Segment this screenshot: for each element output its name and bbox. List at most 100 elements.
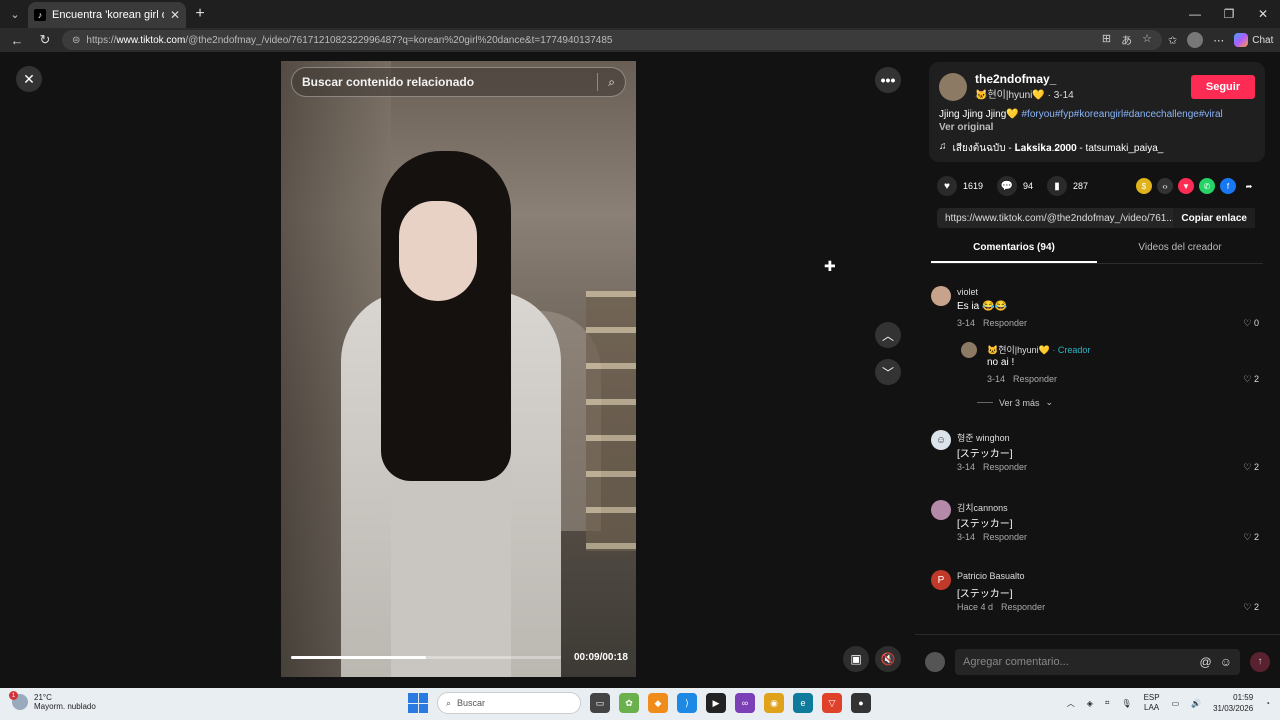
commenter-avatar[interactable]: P (931, 570, 951, 590)
floating-player-icon[interactable]: ▣ (843, 646, 869, 672)
comment-input[interactable]: Agregar comentario... @ ☺ (955, 648, 1240, 675)
brave-icon[interactable]: ▽ (822, 693, 842, 713)
video-progress-bar[interactable] (291, 656, 561, 659)
photos-app-icon[interactable]: ✿ (619, 693, 639, 713)
back-icon[interactable]: ← (6, 29, 28, 51)
orange-app-icon[interactable]: ◆ (648, 693, 668, 713)
weather-widget[interactable]: 1 21°C Mayorm. nublado (9, 691, 96, 711)
display-icon[interactable]: ▭ (1172, 699, 1180, 708)
vscode-icon[interactable]: ⟩ (677, 693, 697, 713)
comment-like-count: 0 (1253, 318, 1259, 328)
minimize-icon[interactable]: — (1178, 0, 1212, 28)
app-with-badge-icon[interactable]: ● (851, 693, 871, 713)
search-divider (597, 73, 599, 91)
start-icon[interactable] (408, 693, 428, 713)
volume-icon[interactable]: 🔊 (1191, 699, 1201, 708)
notifications-icon[interactable]: ◔ (1265, 699, 1270, 708)
music-info[interactable]: ♫ เสียงต้นฉบับ - 𝐋𝐚𝐤𝐬𝐢𝐤𝐚.𝟐𝟎𝟎𝟎 - tatsumaki… (939, 141, 1255, 156)
creator-reply-avatar[interactable] (961, 342, 977, 358)
translate-icon[interactable]: あ (1121, 32, 1132, 48)
details-panel: the2ndofmay_ 🐱현이|hyuni💛 · 3-14 Seguir Jj… (915, 52, 1280, 688)
favorites-icon[interactable]: ✩ (1168, 34, 1177, 47)
terminal-icon[interactable]: ▶ (706, 693, 726, 713)
commenter-avatar[interactable]: ☺ (931, 430, 951, 450)
favorite-star-icon[interactable]: ☆ (1142, 32, 1152, 48)
site-info-icon[interactable]: ⊜ (72, 35, 80, 46)
emoji-icon[interactable]: ☺ (1220, 655, 1232, 669)
comment-action[interactable]: 💬 94 (997, 176, 1033, 196)
see-original-link[interactable]: Ver original (939, 122, 1255, 133)
post-link[interactable]: https://www.tiktok.com/@the2ndofmay_/vid… (937, 213, 1173, 224)
tab-close-icon[interactable]: ✕ (170, 8, 180, 22)
reply-button[interactable]: Responder (983, 318, 1027, 328)
close-icon[interactable]: ✕ (16, 66, 42, 92)
related-search-input[interactable]: Buscar contenido relacionado ⌕ (291, 67, 626, 97)
tab-actions-menu-icon[interactable]: ⌄ (2, 3, 28, 25)
commenter-name[interactable]: violet (957, 287, 978, 297)
tab-creator-videos[interactable]: Videos del creador (1097, 238, 1263, 263)
taskbar-search[interactable]: ⌕ Buscar (437, 692, 581, 714)
share-arrow-icon[interactable]: ➦ (1241, 178, 1257, 194)
video-player[interactable] (281, 61, 636, 677)
embed-icon[interactable]: ‹› (1157, 178, 1173, 194)
reply-button[interactable]: Responder (1001, 602, 1045, 612)
tab-comments[interactable]: Comentarios (94) (931, 238, 1097, 263)
creator-username[interactable]: the2ndofmay_ (975, 72, 1074, 86)
copy-link-button[interactable]: Copiar enlace (1173, 208, 1255, 228)
previous-video-chevron-up-icon[interactable]: ︿ (875, 322, 901, 348)
browser-tab[interactable]: ♪ Encuentra 'korean girl dance' en T ✕ (28, 2, 186, 28)
next-video-chevron-down-icon[interactable]: ﹀ (875, 359, 901, 385)
reply-button[interactable]: Responder (1013, 374, 1057, 384)
comment-like[interactable]: ♡ 2 (1243, 374, 1259, 385)
whatsapp-icon[interactable]: ✆ (1199, 178, 1215, 194)
search-icon[interactable]: ⌕ (608, 75, 615, 90)
comment-like[interactable]: ♡ 2 (1243, 532, 1259, 543)
more-options-icon[interactable]: ••• (875, 67, 901, 93)
profile-avatar[interactable] (1187, 32, 1204, 48)
comment-like[interactable]: ♡ 2 (1243, 602, 1259, 613)
microphone-icon[interactable]: 🎙 (1121, 699, 1131, 708)
save-action[interactable]: ▮ 287 (1047, 176, 1088, 196)
repost-icon[interactable]: ▼ (1178, 178, 1194, 194)
commenter-name[interactable]: 김치cannons (957, 501, 1008, 514)
hashtags[interactable]: #foryou#fyp#koreangirl#dancechallenge#vi… (1022, 109, 1223, 120)
restore-icon[interactable]: ❐ (1212, 0, 1246, 28)
edge-icon[interactable]: e (793, 693, 813, 713)
address-bar[interactable]: ⊜ https://www.tiktok.com/@the2ndofmay_/v… (62, 30, 1162, 50)
close-window-icon[interactable]: ✕ (1246, 0, 1280, 28)
app-available-icon[interactable]: ⊞ (1102, 32, 1111, 48)
heart-outline-icon: ♡ (1243, 602, 1252, 612)
mention-icon[interactable]: @ (1200, 655, 1212, 669)
send-icon[interactable]: ↑ (1250, 651, 1270, 672)
reply-button[interactable]: Responder (983, 532, 1027, 542)
commenter-name[interactable]: 🐱현이|hyuni💛 · Creador (987, 343, 1090, 356)
cloud-icon: 1 (9, 691, 28, 710)
new-tab-button[interactable]: + (186, 5, 214, 23)
app-tray-icon[interactable]: ◈ (1087, 699, 1093, 708)
copilot-chat-button[interactable]: Chat (1234, 33, 1273, 47)
creator-avatar[interactable] (939, 72, 967, 101)
like-action[interactable]: ♥ 1619 (937, 176, 983, 196)
clock[interactable]: 01:59 31/03/2026 (1213, 692, 1253, 714)
view-more-replies[interactable]: Ver 3 más ⌄ (977, 397, 1053, 408)
mute-icon[interactable]: 🔇 (875, 646, 901, 672)
settings-more-icon[interactable]: ⋯ (1213, 34, 1224, 47)
chevron-up-icon[interactable]: ︿ (1067, 698, 1075, 709)
comment-like[interactable]: ♡ 0 (1243, 318, 1259, 329)
visual-studio-icon[interactable]: ∞ (735, 693, 755, 713)
language-indicator[interactable]: ESP LAA (1144, 693, 1160, 713)
facebook-icon[interactable]: f (1220, 178, 1236, 194)
chrome-icon[interactable]: ◉ (764, 693, 784, 713)
reply-button[interactable]: Responder (983, 462, 1027, 472)
commenter-avatar[interactable] (931, 286, 951, 306)
network-icon[interactable]: ⌗ (1105, 698, 1110, 708)
comment-like[interactable]: ♡ 2 (1243, 462, 1259, 473)
commenter-name[interactable]: 형준 winghon (957, 431, 1010, 444)
coin-icon[interactable]: $ (1136, 178, 1152, 194)
commenter-name[interactable]: Patricio Basualto (957, 571, 1025, 581)
refresh-icon[interactable]: ↻ (34, 29, 56, 51)
commenter-avatar[interactable] (931, 500, 951, 520)
comment-like-count: 2 (1253, 462, 1259, 472)
follow-button[interactable]: Seguir (1191, 74, 1255, 99)
task-view-icon[interactable]: ▭ (590, 693, 610, 713)
